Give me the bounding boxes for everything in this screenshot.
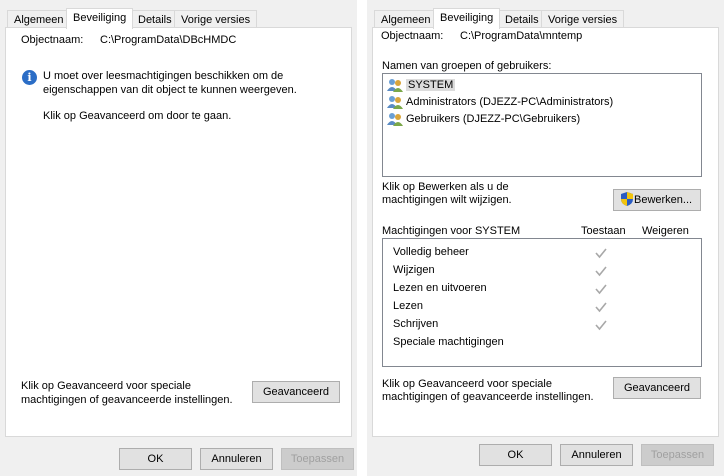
- advanced-button[interactable]: Geavanceerd: [613, 377, 701, 399]
- ok-button[interactable]: OK: [119, 448, 192, 470]
- permission-row: Lezen en uitvoeren: [393, 282, 487, 294]
- permission-row: Speciale machtigingen: [393, 336, 504, 348]
- object-name-label: Objectnaam:: [381, 30, 444, 42]
- tab-algemeen[interactable]: Algemeen: [374, 10, 438, 28]
- allow-check-icon: [595, 266, 607, 277]
- allow-check-icon: [595, 248, 607, 259]
- advanced-text-line2: machtigingen of geavanceerde instellinge…: [382, 391, 594, 403]
- continue-instruction: Klik op Geavanceerd om door te gaan.: [43, 110, 232, 122]
- security-panel: Objectnaam: C:\ProgramData\mntemp Namen …: [372, 27, 719, 437]
- edit-button[interactable]: Bewerken...: [613, 189, 701, 211]
- permission-row: Lezen: [393, 300, 423, 312]
- allow-check-icon: [595, 302, 607, 313]
- left-properties-dialog: Algemeen Beveiliging Details Vorige vers…: [0, 0, 357, 476]
- tab-vorige-versies[interactable]: Vorige versies: [541, 10, 625, 28]
- apply-button[interactable]: Toepassen: [641, 444, 714, 466]
- edit-button-label: Bewerken...: [634, 194, 693, 206]
- permissions-list[interactable]: Volledig beheer Wijzigen Lezen en uitvoe…: [382, 238, 702, 367]
- user-row-gebruikers[interactable]: Gebruikers (DJEZZ-PC\Gebruikers): [387, 111, 580, 127]
- permission-row: Volledig beheer: [393, 246, 469, 258]
- edit-text-line1: Klik op Bewerken als u de: [382, 181, 509, 193]
- info-message-line2: eigenschappen van dit object te kunnen w…: [43, 84, 297, 96]
- user-name: Gebruikers (DJEZZ-PC\Gebruikers): [406, 113, 581, 125]
- ok-button[interactable]: OK: [479, 444, 552, 466]
- tab-details[interactable]: Details: [131, 10, 179, 28]
- info-message-line1: U moet over leesmachtigingen beschikken …: [43, 70, 284, 82]
- window-divider: [357, 0, 367, 476]
- uac-shield-icon: [620, 192, 634, 207]
- user-row-system[interactable]: SYSTEM: [387, 77, 456, 93]
- user-name: Administrators (DJEZZ-PC\Administrators): [406, 96, 614, 108]
- tab-details[interactable]: Details: [498, 10, 546, 28]
- right-properties-dialog: Algemeen Beveiliging Details Vorige vers…: [367, 0, 724, 476]
- permission-row: Wijzigen: [393, 264, 435, 276]
- allow-check-icon: [595, 284, 607, 295]
- allow-header: Toestaan: [581, 225, 626, 237]
- allow-check-icon: [595, 320, 607, 331]
- user-group-icon: [387, 95, 403, 110]
- advanced-text-line1: Klik op Geavanceerd voor speciale: [21, 380, 191, 392]
- object-name-label: Objectnaam:: [21, 34, 84, 46]
- edit-text-line2: machtigingen wilt wijzigen.: [382, 194, 512, 206]
- advanced-button[interactable]: Geavanceerd: [252, 381, 340, 403]
- advanced-text-line2: machtigingen of geavanceerde instellinge…: [21, 394, 233, 406]
- object-name-value: C:\ProgramData\DBcHMDC: [100, 34, 237, 46]
- permission-row: Schrijven: [393, 318, 439, 330]
- cancel-button[interactable]: Annuleren: [200, 448, 273, 470]
- object-name-value: C:\ProgramData\mntemp: [460, 30, 583, 42]
- user-group-icon: [387, 112, 403, 127]
- user-row-administrators[interactable]: Administrators (DJEZZ-PC\Administrators): [387, 94, 613, 110]
- user-group-icon: [387, 78, 403, 93]
- users-listbox[interactable]: SYSTEM Administrators (DJEZZ-PC\Administ…: [382, 73, 702, 177]
- advanced-text-line1: Klik op Geavanceerd voor speciale: [382, 378, 552, 390]
- groups-label: Namen van groepen of gebruikers:: [382, 60, 552, 72]
- deny-header: Weigeren: [642, 225, 689, 237]
- cancel-button[interactable]: Annuleren: [560, 444, 633, 466]
- tab-beveiliging[interactable]: Beveiliging: [433, 8, 501, 29]
- info-icon: i: [22, 70, 37, 85]
- tab-beveiliging[interactable]: Beveiliging: [66, 8, 134, 29]
- permissions-label: Machtigingen voor SYSTEM: [382, 225, 521, 237]
- security-panel: Objectnaam: C:\ProgramData\DBcHMDC i U m…: [5, 27, 352, 437]
- tab-algemeen[interactable]: Algemeen: [7, 10, 71, 28]
- tab-vorige-versies[interactable]: Vorige versies: [174, 10, 258, 28]
- user-name: SYSTEM: [406, 79, 456, 91]
- apply-button[interactable]: Toepassen: [281, 448, 354, 470]
